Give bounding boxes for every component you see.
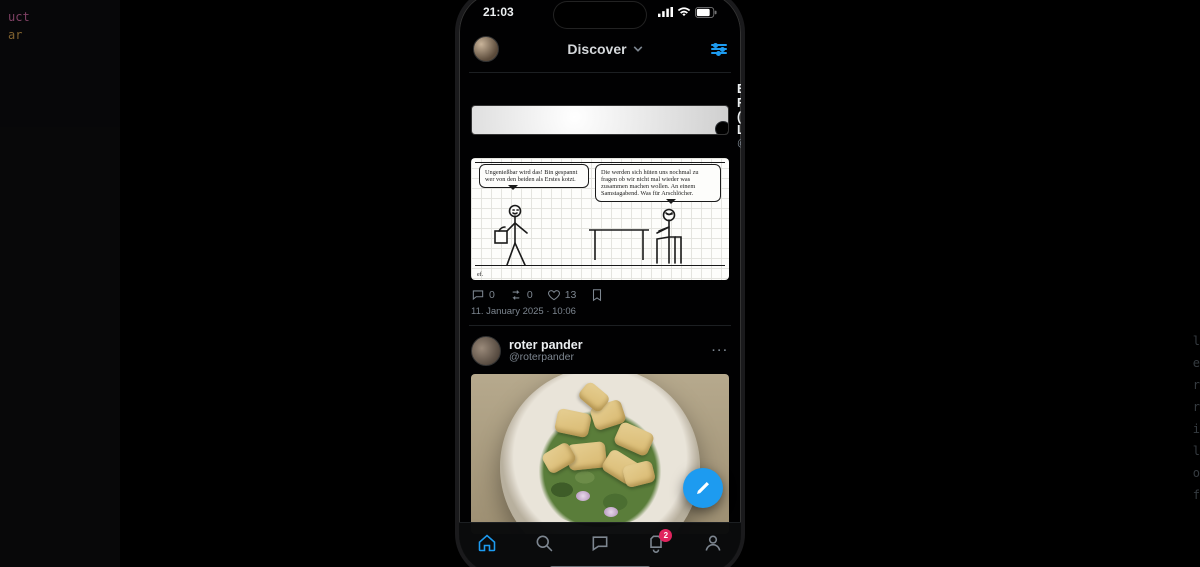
author-handle[interactable]: @egonforever xyxy=(737,138,741,150)
battery-icon xyxy=(695,7,717,18)
home-icon xyxy=(477,533,497,553)
code-editor-right-bleed: l e r r i l o f xyxy=(1193,330,1200,506)
social-app: 21:03 Discover xyxy=(459,0,741,567)
compose-button[interactable] xyxy=(683,468,723,508)
post-media-photo[interactable] xyxy=(471,374,729,534)
bookmark-icon xyxy=(590,288,604,302)
boost-icon xyxy=(509,288,523,302)
dynamic-island xyxy=(554,2,646,28)
app-header: Discover xyxy=(459,32,741,72)
heart-icon xyxy=(547,288,561,302)
author-display-name[interactable]: roter pander xyxy=(509,339,704,353)
author-avatar[interactable] xyxy=(471,336,501,366)
code-editor-bleed: uct ar xyxy=(0,0,120,567)
tab-bar: 2 xyxy=(459,522,741,567)
like-button[interactable]: 13 xyxy=(547,288,577,302)
author-handle[interactable]: @roterpander xyxy=(509,352,704,364)
filters-button[interactable] xyxy=(711,44,727,54)
reply-count: 0 xyxy=(489,289,495,301)
chat-icon xyxy=(590,533,610,553)
stick-figure-sitting xyxy=(655,207,695,267)
page-title: Discover xyxy=(567,41,626,57)
post-timestamp: 11. January 2025 · 10:06 xyxy=(471,306,729,317)
speech-bubble-left: Ungenießbar wird das! Bin gespannt wer v… xyxy=(479,164,589,188)
iphone-frame: 21:03 Discover xyxy=(455,0,745,567)
profile-icon xyxy=(703,533,723,553)
search-icon xyxy=(534,533,554,553)
bookmark-button[interactable] xyxy=(590,288,604,302)
status-time: 21:03 xyxy=(483,5,514,19)
post-more-button[interactable]: ··· xyxy=(712,345,729,357)
like-count: 13 xyxy=(565,289,577,301)
author-avatar[interactable] xyxy=(471,105,729,135)
speech-bubble-right: Die werden sich hüten uns nochmal zu fra… xyxy=(595,164,721,203)
tab-mentions[interactable] xyxy=(590,533,610,558)
post[interactable]: Egon Forever! (Andre Lux) @egonforever ·… xyxy=(469,72,731,325)
cellular-icon xyxy=(658,7,673,17)
tab-notifications[interactable]: 2 xyxy=(646,533,666,558)
feed-selector[interactable]: Discover xyxy=(567,41,642,57)
tab-profile[interactable] xyxy=(703,533,723,558)
post[interactable]: roter pander @roterpander ··· xyxy=(469,325,731,542)
author-display-name[interactable]: Egon Forever! (Andre Lux) xyxy=(737,83,741,138)
notification-badge: 2 xyxy=(659,529,672,542)
boost-button[interactable]: 0 xyxy=(509,288,533,302)
account-avatar-button[interactable] xyxy=(473,36,499,62)
wifi-icon xyxy=(677,7,691,17)
post-media-comic[interactable]: Ungenießbar wird das! Bin gespannt wer v… xyxy=(471,158,729,281)
reply-icon xyxy=(471,288,485,302)
chevron-down-icon xyxy=(633,44,643,54)
tab-home[interactable] xyxy=(477,533,497,558)
comic-signature: ef. xyxy=(477,272,483,278)
tab-search[interactable] xyxy=(534,533,554,558)
pencil-icon xyxy=(694,479,712,497)
boost-count: 0 xyxy=(527,289,533,301)
stick-figure-standing xyxy=(493,203,541,267)
comic-table xyxy=(587,222,651,267)
reply-button[interactable]: 0 xyxy=(471,288,495,302)
status-indicators xyxy=(658,7,717,18)
